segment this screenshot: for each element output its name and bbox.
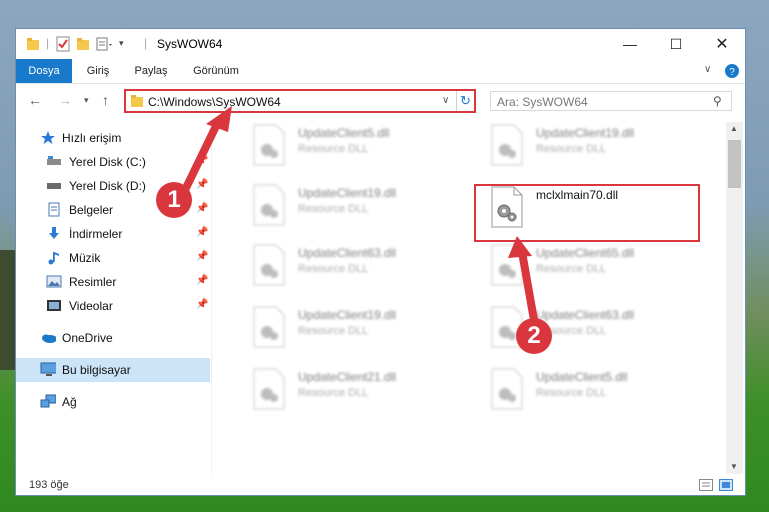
callout-1: 1 — [156, 182, 192, 218]
annotation-arrow-2 — [518, 248, 538, 324]
callout-2: 2 — [516, 318, 552, 354]
annotation-overlay — [182, 106, 538, 324]
annotation-arrow-1 — [182, 118, 222, 192]
arrow-head-1 — [206, 106, 232, 132]
arrow-head-2 — [508, 236, 532, 258]
